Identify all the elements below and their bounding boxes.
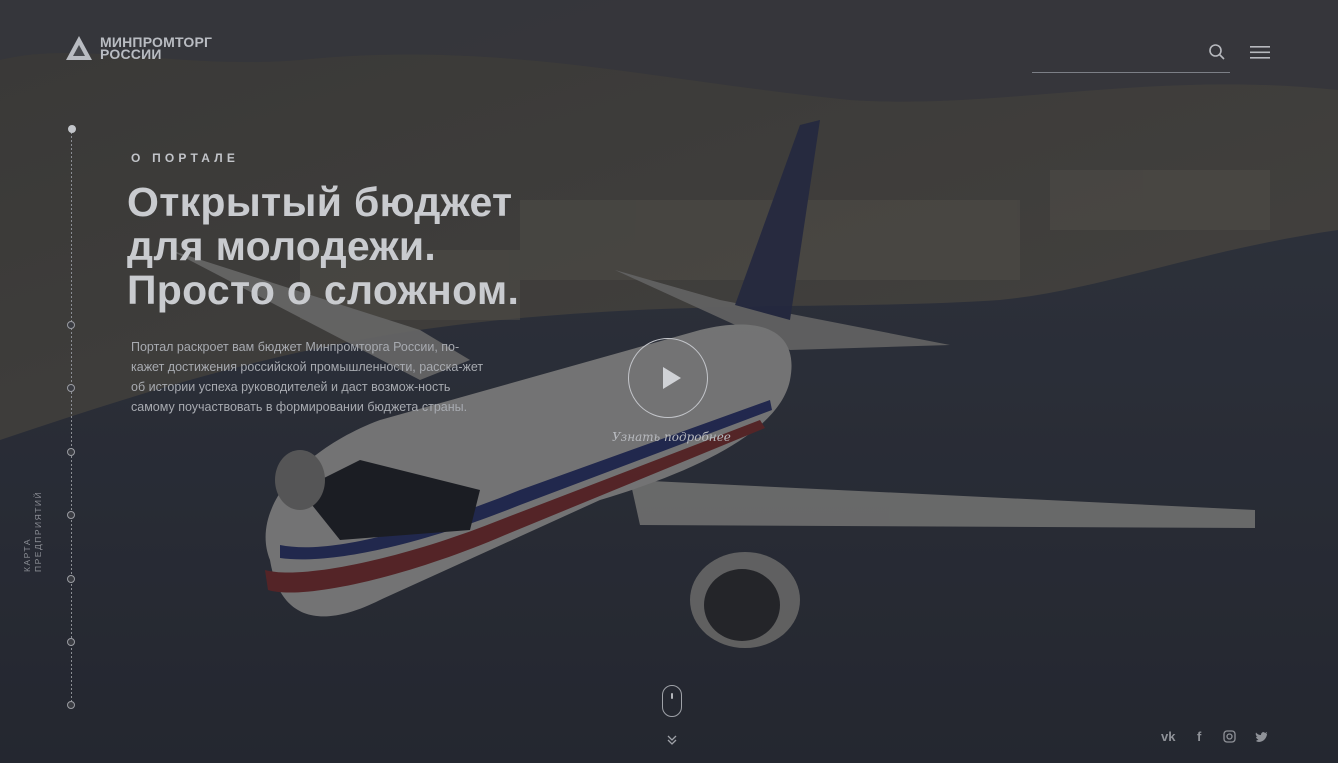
enterprise-map-label-2: ПРЕДПРИЯТИЙ (33, 490, 43, 572)
vk-icon[interactable]: vk (1161, 729, 1175, 744)
logo-text: МИНПРОМТОРГ РОССИИ (100, 35, 212, 61)
rail-dot-4[interactable] (67, 448, 75, 456)
search-icon[interactable] (1208, 43, 1226, 61)
instagram-icon[interactable] (1223, 730, 1236, 743)
hero-title: Открытый бюджет для молодежи. Просто о с… (127, 180, 519, 312)
logo-triangle-icon (66, 36, 92, 60)
hero-description: Портал раскроет вам бюджет Минпромторга … (131, 340, 484, 414)
scroll-wheel (671, 693, 673, 699)
twitter-icon[interactable] (1255, 731, 1269, 743)
enterprise-map-label-1: КАРТА (22, 538, 32, 572)
hero-title-line-3: Просто о сложном. (127, 267, 520, 313)
rail-dot-2[interactable] (67, 321, 75, 329)
side-navigation-rail (71, 128, 72, 706)
rail-dot-1[interactable] (68, 125, 76, 133)
play-icon[interactable] (663, 367, 681, 389)
rail-dot-8[interactable] (67, 701, 75, 709)
rail-dot-5[interactable] (67, 511, 75, 519)
scroll-mouse-icon[interactable] (662, 685, 682, 717)
rail-dot-7[interactable] (67, 638, 75, 646)
hamburger-menu-icon[interactable] (1249, 44, 1271, 60)
hero-title-line-2: для молодежи. (127, 223, 437, 269)
section-eyebrow: О ПОРТАЛЕ (131, 151, 240, 165)
enterprise-map-link[interactable]: КАРТА ПРЕДПРИЯТИЙ (22, 491, 44, 572)
learn-more-link[interactable]: Узнать подробнее (612, 430, 731, 444)
rail-dot-6[interactable] (67, 575, 75, 583)
chevron-down-icon[interactable] (666, 734, 678, 746)
facebook-icon[interactable]: f (1197, 729, 1201, 744)
search-input-underline[interactable] (1032, 72, 1230, 73)
rail-dot-3[interactable] (67, 384, 75, 392)
site-logo[interactable]: МИНПРОМТОРГ РОССИИ (64, 34, 212, 62)
hero-title-line-1: Открытый бюджет (127, 179, 513, 225)
